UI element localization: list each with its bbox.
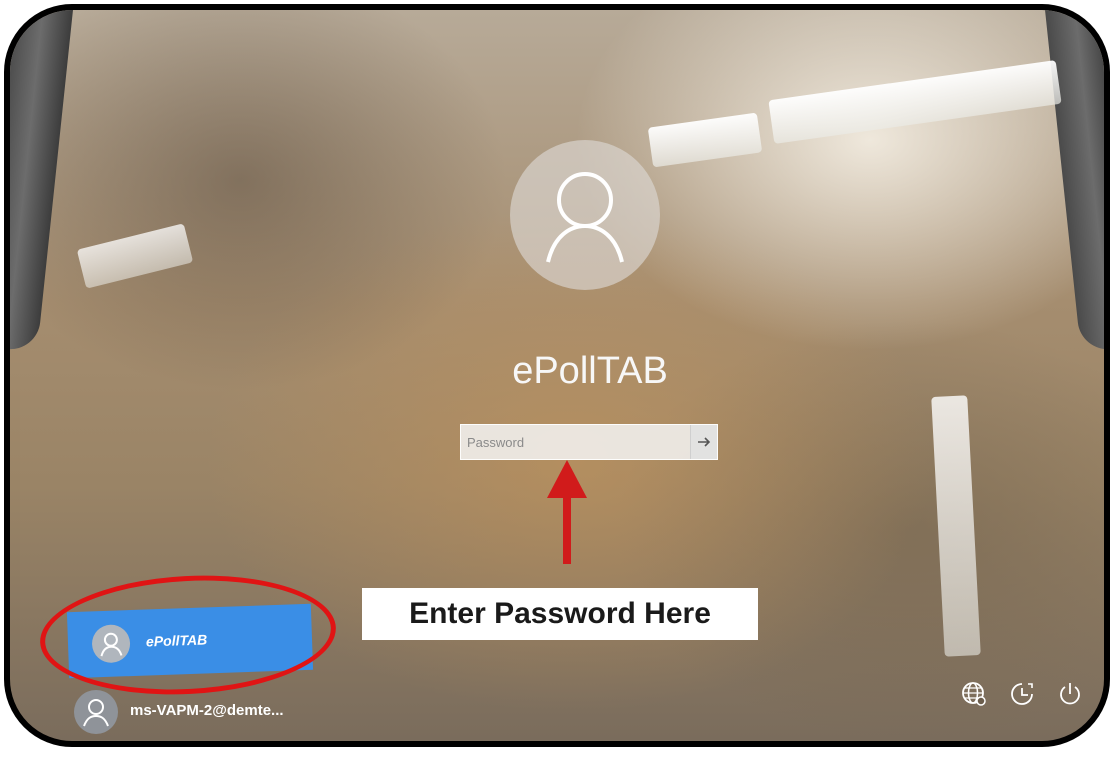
arrow-right-icon	[698, 437, 711, 447]
network-icon[interactable]	[958, 678, 990, 710]
ceiling-light	[647, 112, 763, 168]
user-icon	[74, 690, 118, 734]
callout-label: Enter Password Here	[362, 588, 758, 640]
user-avatar	[510, 140, 660, 290]
red-arrow-head	[547, 460, 587, 498]
submit-button[interactable]	[690, 425, 717, 459]
system-icons	[958, 678, 1086, 710]
user-tile-label: ms-VAPM-2@demte...	[130, 702, 284, 719]
user-icon	[546, 172, 624, 263]
user-name: ePollTAB	[512, 350, 668, 392]
device-edge-left	[10, 10, 75, 353]
device-edge-right	[1043, 10, 1104, 353]
ceiling-light	[931, 395, 981, 657]
ceiling-light	[76, 223, 194, 289]
ceiling-light	[768, 60, 1062, 144]
password-box	[460, 424, 718, 460]
highlight-ring	[37, 568, 339, 702]
red-arrow-shaft	[563, 494, 571, 564]
power-icon[interactable]	[1054, 678, 1086, 710]
ease-of-access-icon[interactable]	[1006, 678, 1038, 710]
password-input[interactable]	[461, 425, 691, 459]
photo-frame: ePollTAB Enter Password Here ePollTAB ms…	[4, 4, 1110, 747]
